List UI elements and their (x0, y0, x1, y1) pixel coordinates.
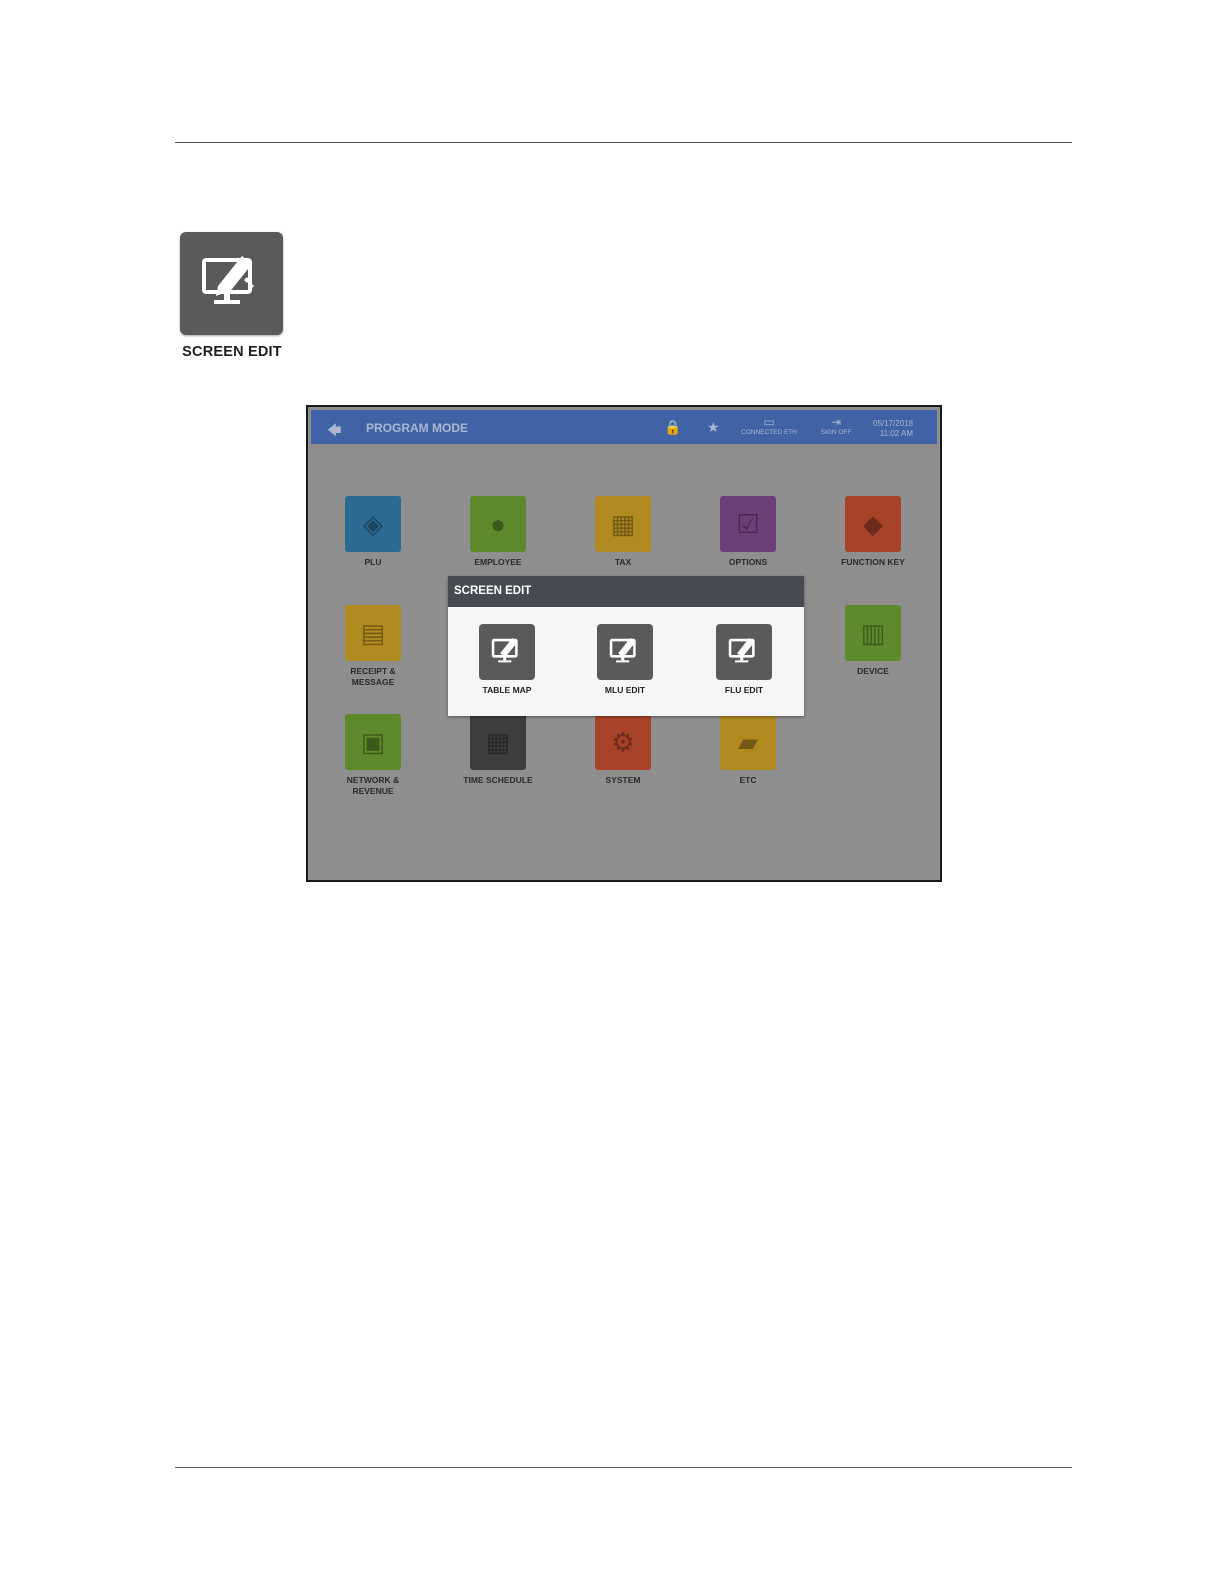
tile-plu-label: PLU (364, 557, 382, 567)
sign-off-icon: ⇥ (830, 415, 842, 429)
mlu-edit-label: MLU EDIT (604, 685, 646, 695)
date-time: 05/17/2018 11:02 AM (873, 419, 913, 439)
folder-icon: ▰ (738, 726, 758, 757)
footer-rule (175, 1467, 1072, 1468)
tile-etc[interactable]: ▰ (720, 714, 776, 770)
sign-off-button[interactable]: ⇥ SIGN OFF (819, 415, 853, 437)
dialog-title: SCREEN EDIT (448, 576, 804, 607)
calendar-clock-icon: ▦ (485, 726, 511, 757)
screen-edit-dialog: SCREEN EDIT TABLE MAP MLU EDIT FLU EDIT (448, 576, 804, 716)
tile-time-schedule[interactable]: ▦ (470, 714, 526, 770)
tile-network-revenue-label: NETWORK & REVENUE (346, 775, 400, 796)
tile-employee[interactable]: ● (470, 496, 526, 552)
tile-options-label: OPTIONS (728, 557, 768, 567)
screen-edit-icon (180, 232, 283, 335)
device-icon: ▥ (860, 617, 886, 648)
tile-system-label: SYSTEM (605, 775, 641, 785)
program-mode-screenshot: 🡄 PROGRAM MODE 🔒 ★ ▭ CONNECTED ETH ⇥ SIG… (306, 405, 942, 882)
tile-employee-label: EMPLOYEE (474, 557, 522, 567)
star-icon[interactable]: ★ (707, 419, 720, 436)
tile-system[interactable]: ⚙ (595, 714, 651, 770)
screen-edit-icon (728, 638, 755, 663)
receipt-icon: ▤ (360, 617, 386, 648)
employee-icon: ● (490, 508, 506, 539)
checklist-icon: ☑ (736, 508, 760, 539)
tile-tax-label: TAX (614, 557, 632, 567)
tile-function-key-label: FUNCTION KEY (841, 557, 905, 567)
tile-etc-label: ETC (739, 775, 757, 785)
lock-icon[interactable]: 🔒 (664, 419, 681, 436)
network-icon: ▣ (360, 726, 386, 757)
tile-tax[interactable]: ▦ (595, 496, 651, 552)
tag-icon: ◈ (363, 508, 383, 539)
feature-label: SCREEN EDIT (182, 344, 282, 360)
flu-edit-button[interactable] (716, 624, 772, 680)
tile-network-revenue[interactable]: ▣ (345, 714, 401, 770)
screen-edit-icon (491, 638, 518, 663)
tile-plu[interactable]: ◈ (345, 496, 401, 552)
header-rule (175, 142, 1072, 143)
table-map-button[interactable] (479, 624, 535, 680)
flu-edit-label: FLU EDIT (724, 685, 764, 695)
tile-time-schedule-label: TIME SCHEDULE (463, 775, 533, 785)
tile-receipt-message-label: RECEIPT & MESSAGE (350, 666, 396, 687)
tile-function-key[interactable]: ◆ (845, 496, 901, 552)
tile-device[interactable]: ▥ (845, 605, 901, 661)
tile-receipt-message[interactable]: ▤ (345, 605, 401, 661)
mode-title: PROGRAM MODE (366, 421, 468, 435)
mlu-edit-button[interactable] (597, 624, 653, 680)
connection-label: CONNECTED ETH (741, 429, 797, 436)
connection-status: ▭ CONNECTED ETH (739, 415, 799, 437)
gear-wrench-icon: ⚙ (611, 726, 635, 757)
sign-off-label: SIGN OFF (820, 429, 852, 436)
back-arrow-icon[interactable]: 🡄 (327, 420, 341, 444)
tile-options[interactable]: ☑ (720, 496, 776, 552)
monitor-icon: ▭ (763, 415, 775, 429)
date: 05/17/2018 (873, 419, 914, 428)
screen-edit-icon (609, 638, 636, 663)
calculator-icon: ▦ (610, 508, 636, 539)
time: 11:02 AM (879, 429, 914, 438)
title-bar: 🡄 PROGRAM MODE 🔒 ★ ▭ CONNECTED ETH ⇥ SIG… (311, 410, 937, 444)
function-key-icon: ◆ (863, 508, 883, 539)
tile-device-label: DEVICE (857, 666, 889, 676)
table-map-label: TABLE MAP (482, 685, 532, 695)
